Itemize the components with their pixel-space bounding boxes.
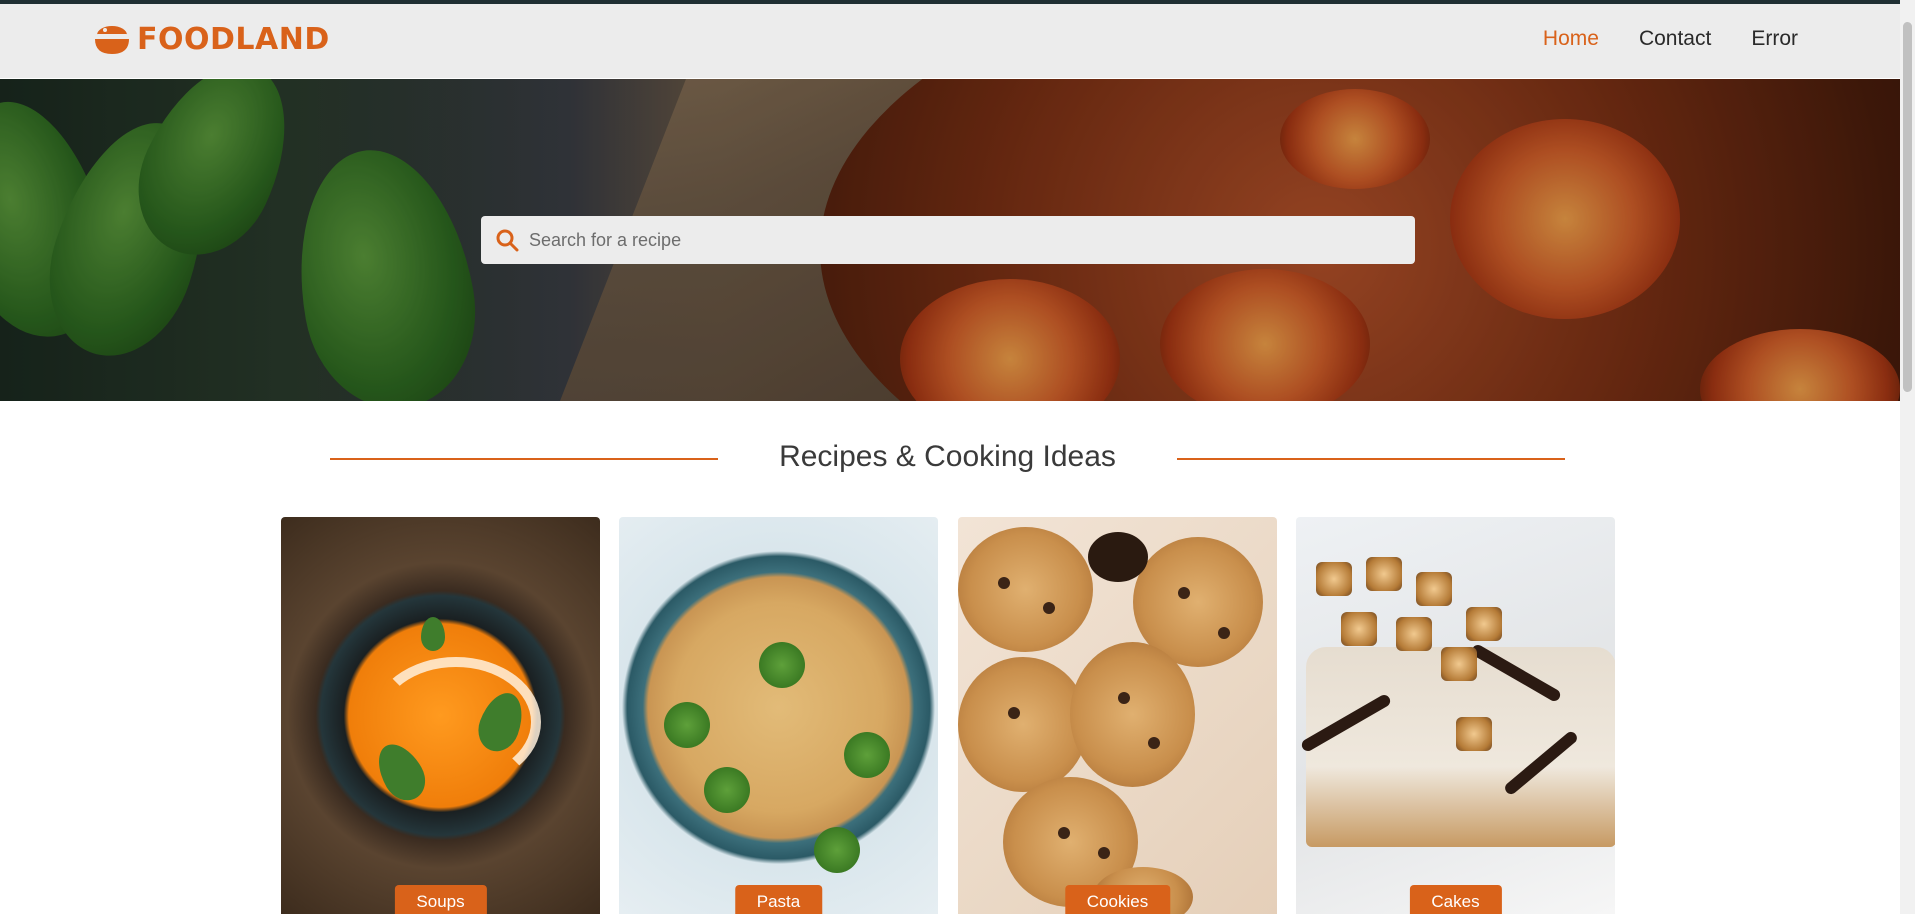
category-label-cookies: Cookies [1064, 885, 1171, 914]
section-title: Recipes & Cooking Ideas [779, 440, 1116, 473]
brand-name: FOODLAND [137, 21, 330, 57]
title-divider-right [1177, 458, 1565, 460]
category-card-soups[interactable]: Soups [281, 517, 600, 914]
brand-logo[interactable]: FOODLAND [93, 18, 330, 60]
nav-link-error[interactable]: Error [1751, 22, 1798, 56]
category-card-cookies[interactable]: Cookies [958, 517, 1277, 914]
search-bar[interactable] [481, 215, 1415, 265]
scrollbar-thumb[interactable] [1903, 22, 1912, 392]
page-scrollbar[interactable] [1900, 0, 1915, 914]
hero-banner [0, 79, 1900, 401]
category-label-pasta: Pasta [734, 885, 823, 914]
search-icon [493, 226, 521, 254]
nav-links: Home Contact Error [1543, 22, 1798, 56]
section-header: Recipes & Cooking Ideas [0, 432, 1900, 488]
category-card-pasta[interactable]: Pasta [619, 517, 938, 914]
nav-link-home[interactable]: Home [1543, 22, 1599, 56]
category-label-cakes: Cakes [1409, 885, 1502, 914]
food-bowl-icon [95, 26, 129, 54]
navbar: FOODLAND Home Contact Error [0, 4, 1900, 78]
category-card-cakes[interactable]: Cakes [1296, 517, 1615, 914]
nav-link-contact[interactable]: Contact [1639, 22, 1711, 56]
category-label-soups: Soups [394, 885, 487, 914]
search-input[interactable] [521, 215, 1415, 265]
